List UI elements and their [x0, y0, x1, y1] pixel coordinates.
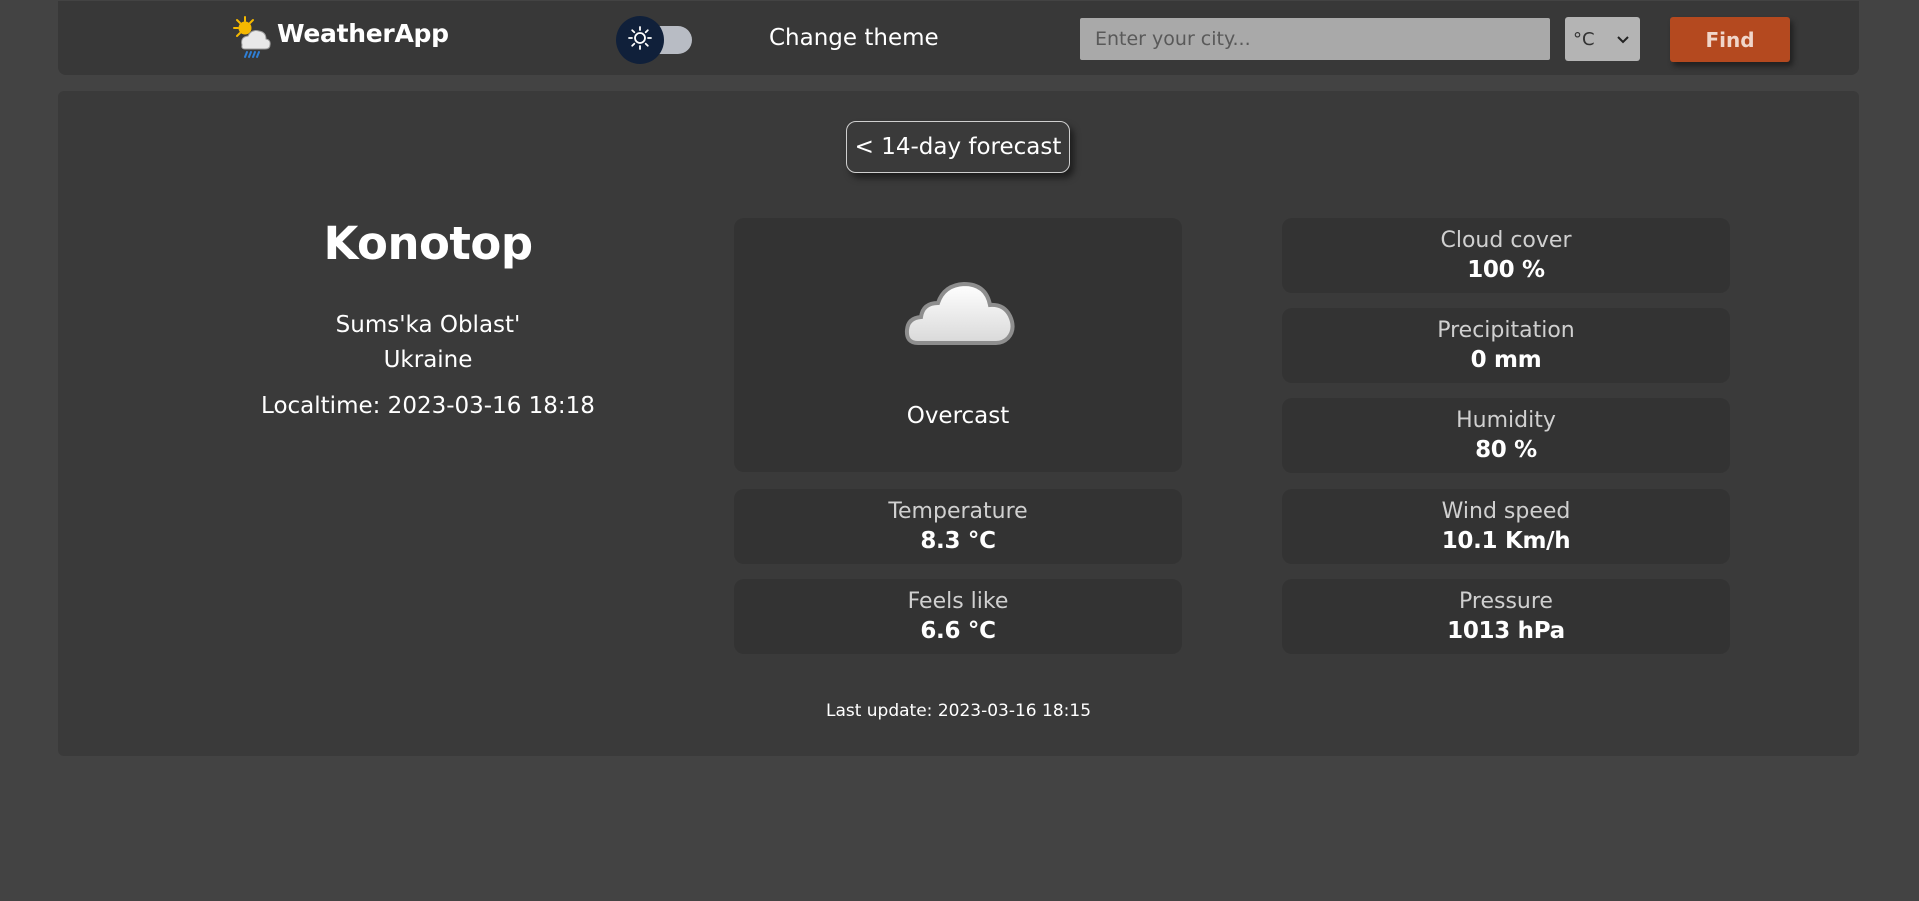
chevron-down-icon — [1616, 29, 1630, 50]
precipitation-value: 0 mm — [1470, 347, 1542, 373]
wind-speed-label: Wind speed — [1441, 499, 1571, 524]
wind-speed-value: 10.1 Km/h — [1441, 528, 1571, 554]
location-block: Konotop Sums'ka Oblast' Ukraine Localtim… — [228, 221, 628, 419]
app-name: WeatherApp — [277, 18, 449, 48]
theme-toggle-label: Change theme — [769, 25, 939, 51]
precipitation-card: Precipitation 0 mm — [1282, 308, 1730, 383]
feels-like-card: Feels like 6.6 °C — [734, 579, 1182, 654]
header-bar: WeatherApp Change theme Enter your city.… — [58, 1, 1859, 75]
feels-like-value: 6.6 °C — [920, 618, 996, 644]
unit-select[interactable]: °C — [1565, 17, 1640, 61]
city-search-input[interactable] — [1080, 18, 1550, 60]
pressure-card: Pressure 1013 hPa — [1282, 579, 1730, 654]
feels-like-label: Feels like — [907, 589, 1009, 614]
pressure-label: Pressure — [1459, 589, 1553, 614]
humidity-value: 80 % — [1475, 437, 1537, 463]
sun-cloud-rain-icon — [230, 15, 276, 65]
humidity-label: Humidity — [1456, 408, 1556, 433]
cloud-cover-value: 100 % — [1467, 257, 1545, 283]
temperature-card: Temperature 8.3 °C — [734, 489, 1182, 564]
app-logo[interactable]: WeatherApp — [230, 15, 449, 65]
temperature-label: Temperature — [888, 499, 1028, 524]
temperature-value: 8.3 °C — [920, 528, 996, 554]
cloud-cover-card: Cloud cover 100 % — [1282, 218, 1730, 293]
sun-icon — [627, 25, 653, 55]
find-button[interactable]: Find — [1670, 17, 1790, 62]
local-time: Localtime: 2023-03-16 18:18 — [261, 393, 595, 419]
city-name: Konotop — [323, 217, 533, 270]
pressure-value: 1013 hPa — [1447, 618, 1565, 644]
wind-speed-card: Wind speed 10.1 Km/h — [1282, 489, 1730, 564]
unit-select-value: °C — [1573, 28, 1595, 50]
condition-text: Overcast — [906, 403, 1010, 429]
cloud-cover-label: Cloud cover — [1440, 228, 1572, 253]
country-name: Ukraine — [383, 347, 473, 373]
forecast-14-day-button[interactable]: < 14-day forecast — [846, 121, 1070, 173]
region-name: Sums'ka Oblast' — [335, 312, 521, 338]
theme-toggle[interactable] — [616, 16, 748, 64]
last-update-text: Last update: 2023-03-16 18:15 — [825, 701, 1092, 721]
weather-panel: < 14-day forecast Konotop Sums'ka Oblast… — [58, 91, 1859, 756]
humidity-card: Humidity 80 % — [1282, 398, 1730, 473]
toggle-knob[interactable] — [616, 16, 664, 64]
condition-card: Overcast — [734, 218, 1182, 472]
precipitation-label: Precipitation — [1437, 318, 1575, 343]
